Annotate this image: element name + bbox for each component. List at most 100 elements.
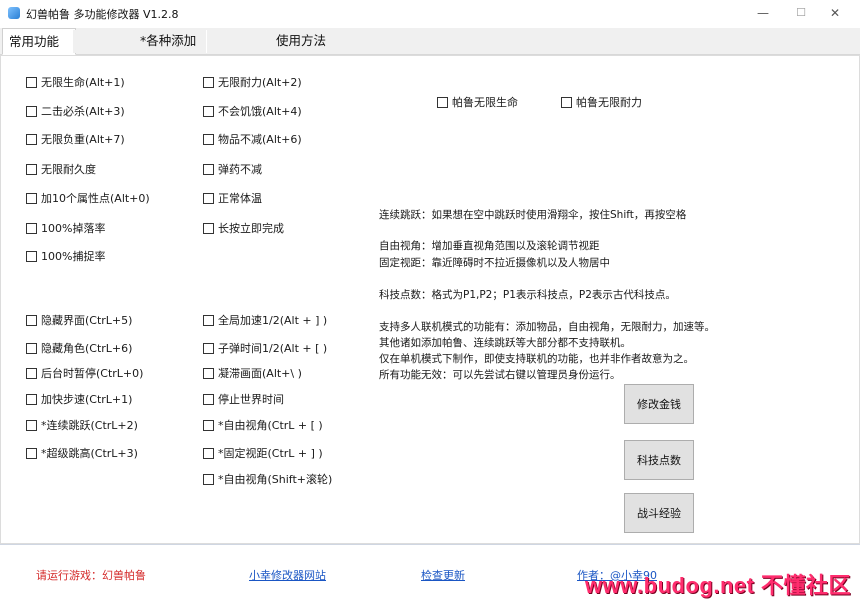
checkbox-box[interactable] [203, 222, 214, 234]
checkbox-box[interactable] [203, 447, 214, 459]
watermark: www.budog.net 不懂社区 [585, 573, 852, 598]
checkbox-ammo-no-decrease[interactable]: 弹药不减 [203, 161, 262, 177]
checkbox-box[interactable] [203, 163, 214, 175]
checkbox-box[interactable] [203, 105, 214, 117]
checkbox-walk-speed[interactable]: 加快步速(CtrL+1) [26, 391, 132, 407]
checkbox-box[interactable] [203, 192, 214, 204]
checkbox-background-pause[interactable]: 后台时暂停(CtrL+0) [26, 365, 143, 381]
checkbox-hide-character[interactable]: 隐藏角色(CtrL+6) [26, 340, 132, 356]
checkbox-box[interactable] [26, 163, 37, 175]
tab-common-functions[interactable]: 常用功能 [2, 28, 76, 55]
combat-exp-button[interactable]: 战斗经验 [624, 493, 694, 533]
checkbox-capture-rate[interactable]: 100%捕捉率 [26, 248, 105, 264]
checkbox-infinite-weight[interactable]: 无限负重(Alt+7) [26, 131, 125, 147]
checkbox-items-no-decrease[interactable]: 物品不减(Alt+6) [203, 131, 302, 147]
checkbox-label: *自由视角(CtrL + [ ) [218, 419, 323, 432]
checkbox-box[interactable] [203, 342, 214, 354]
website-link[interactable]: 小幸修改器网站 [249, 567, 326, 583]
checkbox-box[interactable] [26, 419, 37, 431]
checkbox-freeze-frame[interactable]: 凝滞画面(Alt+\ ) [203, 365, 302, 381]
checkbox-free-view[interactable]: *自由视角(CtrL + [ ) [203, 417, 323, 433]
checkbox-label: 长按立即完成 [218, 222, 284, 235]
checkbox-box[interactable] [26, 314, 37, 326]
checkbox-label: 帕鲁无限耐力 [576, 96, 642, 109]
checkbox-fixed-view-distance[interactable]: *固定视距(CtrL + ] ) [203, 445, 323, 461]
check-update-link[interactable]: 检查更新 [421, 567, 465, 583]
checkbox-box[interactable] [203, 473, 214, 485]
checkbox-box[interactable] [203, 314, 214, 326]
checkbox-label: 100%掉落率 [41, 222, 106, 235]
checkbox-pal-infinite-stamina[interactable]: 帕鲁无限耐力 [561, 94, 642, 110]
checkbox-label: 后台时暂停(CtrL+0) [41, 367, 144, 380]
checkbox-label: 凝滞画面(Alt+\ ) [218, 367, 302, 380]
checkbox-label: 100%捕捉率 [41, 250, 106, 263]
checkbox-label: 帕鲁无限生命 [452, 96, 518, 109]
checkbox-box[interactable] [26, 342, 37, 354]
checkbox-label: 无限耐久度 [41, 163, 96, 176]
close-button[interactable]: ✕ [817, 0, 853, 26]
tab-usage[interactable]: 使用方法 [274, 28, 342, 53]
checkbox-label: 停止世界时间 [218, 393, 284, 406]
checkbox-infinite-durability[interactable]: 无限耐久度 [26, 161, 96, 177]
checkbox-super-jump[interactable]: *超级跳高(CtrL+3) [26, 445, 138, 461]
tab-bar: 常用功能 *各种添加 使用方法 [0, 28, 860, 55]
game-status: 请运行游戏：幻兽帕鲁 [36, 569, 146, 582]
checkbox-box[interactable] [26, 367, 37, 379]
checkbox-box[interactable] [26, 192, 37, 204]
checkbox-pal-infinite-health[interactable]: 帕鲁无限生命 [437, 94, 518, 110]
checkbox-box[interactable] [26, 393, 37, 405]
checkbox-label: 隐藏角色(CtrL+6) [41, 342, 133, 355]
modify-money-button[interactable]: 修改金钱 [624, 384, 694, 424]
checkbox-instant-complete[interactable]: 长按立即完成 [203, 220, 284, 236]
info-admin-tip: 所有功能无效：可以先尝试右键以管理员身份运行。 [379, 369, 621, 381]
maximize-button[interactable]: ☐ [783, 0, 819, 26]
tech-points-button[interactable]: 科技点数 [624, 440, 694, 480]
minimize-button[interactable]: — [745, 0, 781, 26]
checkbox-hide-ui[interactable]: 隐藏界面(CtrL+5) [26, 312, 132, 328]
checkbox-one-hit-kill[interactable]: 二击必杀(Alt+3) [26, 103, 125, 119]
checkbox-free-view-scroll[interactable]: *自由视角(Shift+滚轮) [203, 471, 332, 487]
checkbox-box[interactable] [26, 76, 37, 88]
checkbox-label: 无限耐力(Alt+2) [218, 76, 302, 89]
checkbox-box[interactable] [203, 419, 214, 431]
checkbox-global-speed[interactable]: 全局加速1/2(Alt + ] ) [203, 312, 327, 328]
checkbox-label: 隐藏界面(CtrL+5) [41, 314, 133, 327]
checkbox-normal-temperature[interactable]: 正常体温 [203, 190, 262, 206]
checkbox-box[interactable] [26, 447, 37, 459]
app-icon [8, 7, 20, 19]
checkbox-label: 加10个属性点(Alt+0) [41, 192, 150, 205]
checkbox-box[interactable] [26, 105, 37, 117]
checkbox-box[interactable] [561, 96, 572, 108]
checkbox-label: *自由视角(Shift+滚轮) [218, 473, 333, 486]
info-fixed-view: 固定视距：靠近障碍时不拉近摄像机以及人物居中 [379, 257, 610, 269]
checkbox-label: 全局加速1/2(Alt + ] ) [218, 314, 328, 327]
checkbox-label: 正常体温 [218, 192, 262, 205]
tab-various-add[interactable]: *各种添加 [138, 28, 206, 53]
checkbox-box[interactable] [26, 222, 37, 234]
checkbox-label: 加快步速(CtrL+1) [41, 393, 133, 406]
checkbox-bullet-time[interactable]: 子弹时间1/2(Alt + [ ) [203, 340, 327, 356]
checkbox-label: 物品不减(Alt+6) [218, 133, 302, 146]
window-title: 幻兽帕鲁 多功能修改器 V1.2.8 [26, 8, 179, 21]
checkbox-box[interactable] [203, 133, 214, 145]
checkbox-no-hunger[interactable]: 不会饥饿(Alt+4) [203, 103, 302, 119]
info-singleplayer-note: 仅在单机模式下制作，即使支持联机的功能，也并非作者故意为之。 [379, 353, 694, 365]
checkbox-label: 二击必杀(Alt+3) [41, 105, 125, 118]
info-continuous-jump: 连续跳跃：如果想在空中跳跃时使用滑翔伞，按住Shift，再按空格 [379, 209, 687, 221]
checkbox-infinite-stamina[interactable]: 无限耐力(Alt+2) [203, 74, 302, 90]
checkbox-box[interactable] [26, 250, 37, 262]
checkbox-label: 弹药不减 [218, 163, 262, 176]
checkbox-add-attribute-points[interactable]: 加10个属性点(Alt+0) [26, 190, 150, 206]
checkbox-box[interactable] [203, 367, 214, 379]
checkbox-continuous-jump[interactable]: *连续跳跃(CtrL+2) [26, 417, 138, 433]
checkbox-box[interactable] [437, 96, 448, 108]
checkbox-box[interactable] [203, 76, 214, 88]
checkbox-label: *超级跳高(CtrL+3) [41, 447, 138, 460]
checkbox-box[interactable] [203, 393, 214, 405]
checkbox-infinite-health[interactable]: 无限生命(Alt+1) [26, 74, 125, 90]
checkbox-label: 无限负重(Alt+7) [41, 133, 125, 146]
checkbox-box[interactable] [26, 133, 37, 145]
info-multiplayer-unsupported: 其他诸如添加帕鲁、连续跳跃等大部分都不支持联机。 [379, 337, 631, 349]
checkbox-stop-world-time[interactable]: 停止世界时间 [203, 391, 284, 407]
checkbox-drop-rate[interactable]: 100%掉落率 [26, 220, 105, 236]
